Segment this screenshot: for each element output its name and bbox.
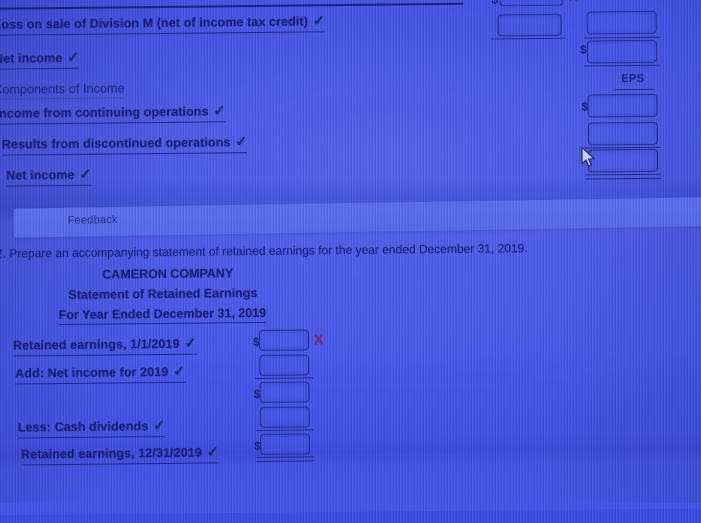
dollar-sign: $ xyxy=(579,42,587,57)
underline-retained-earnings-ending-double xyxy=(256,456,315,462)
input-retained-earnings-ending[interactable] xyxy=(259,433,311,455)
error-x-top: X xyxy=(569,0,577,4)
check-icon: ✓ xyxy=(173,362,186,379)
row-label-retained-earnings-ending: Retained earnings, 12/31/2019 ✓ xyxy=(21,443,219,466)
input-cash-dividends[interactable] xyxy=(259,406,310,428)
row-label-text: Net income xyxy=(6,167,75,183)
underline-net-income-eps-double xyxy=(585,173,662,180)
underline-net-income-total xyxy=(584,64,661,67)
underline-loss-on-sale xyxy=(490,37,566,40)
check-icon: ✓ xyxy=(67,48,80,65)
feedback-panel[interactable]: Feedback xyxy=(13,197,701,238)
check-icon: ✓ xyxy=(235,133,248,150)
page-content: Loss on sale of Division M (net of incom… xyxy=(0,0,701,507)
input-net-income-eps[interactable] xyxy=(587,148,659,173)
input-retained-earnings-beginning[interactable] xyxy=(258,329,310,351)
input-discontinued-ops-eps[interactable] xyxy=(587,121,658,146)
section-heading-components-of-income: Components of Income xyxy=(0,81,125,100)
check-icon: ✓ xyxy=(206,443,219,460)
row-label-text: Results from discontinued operations xyxy=(1,135,231,152)
underline-net-income xyxy=(583,36,660,39)
feedback-label: Feedback xyxy=(67,213,118,227)
check-icon: ✓ xyxy=(79,165,92,182)
input-loss-on-sale-amount[interactable] xyxy=(497,13,562,37)
statement-period-heading: For Year Ended December 31, 2019 xyxy=(58,305,267,326)
row-label-loss-on-sale: Loss on sale of Division M (net of incom… xyxy=(0,12,325,36)
input-net-income-total[interactable] xyxy=(586,39,658,64)
row-label-add-net-income-2019: Add: Net income for 2019 ✓ xyxy=(15,362,186,385)
check-icon: ✓ xyxy=(184,334,197,351)
check-icon: ✓ xyxy=(213,102,226,119)
dollar-sign: $ xyxy=(491,0,498,7)
row-label-text: Add: Net income for 2019 xyxy=(15,364,169,381)
check-icon: ✓ xyxy=(312,12,325,29)
underline-net-income-2019 xyxy=(255,377,314,380)
input-net-income-2019[interactable] xyxy=(259,354,310,376)
underline-eps xyxy=(613,88,654,91)
underline-cash-dividends xyxy=(255,429,314,432)
input-net-income-amount[interactable] xyxy=(586,10,657,35)
row-label-text: Less: Cash dividends xyxy=(17,419,149,435)
check-icon: ✓ xyxy=(153,416,166,434)
row-label-text: Retained earnings, 12/31/2019 xyxy=(21,445,202,462)
row-label-results-discontinued-operations: Results from discontinued operations ✓ xyxy=(1,133,248,156)
row-label-net-income-top: Net income ✓ xyxy=(0,48,80,70)
row-label-less-cash-dividends: Less: Cash dividends ✓ xyxy=(17,416,166,439)
top-cutoff-rule xyxy=(0,2,464,10)
eps-label: EPS xyxy=(621,72,645,86)
row-label-text: Income from continuing operations xyxy=(0,104,209,121)
input-subtotal-retained-earnings[interactable] xyxy=(259,381,310,403)
question-2-prompt: 2. Prepare an accompanying statement of … xyxy=(0,241,528,261)
row-label-net-income-component: Net income ✓ xyxy=(6,165,92,187)
mouse-cursor-icon xyxy=(581,147,596,167)
row-label-retained-earnings-beginning: Retained earnings, 1/1/2019 ✓ xyxy=(12,334,197,357)
section-heading-text: Components of Income xyxy=(0,81,125,97)
error-x-retained-earnings: X xyxy=(313,331,324,348)
row-label-text: Loss on sale of Division M (net of incom… xyxy=(0,14,309,32)
row-label-text: Net income xyxy=(0,51,63,66)
row-label-text: Retained earnings, 1/1/2019 xyxy=(12,336,180,353)
statement-title-heading: Statement of Retained Earnings xyxy=(68,285,258,302)
row-label-income-continuing-operations: Income from continuing operations ✓ xyxy=(0,102,226,125)
input-income-continuing-ops-eps[interactable] xyxy=(587,93,658,118)
input-loss-on-sale-partial[interactable] xyxy=(499,0,564,7)
company-name-heading: CAMERON COMPANY xyxy=(102,266,234,282)
